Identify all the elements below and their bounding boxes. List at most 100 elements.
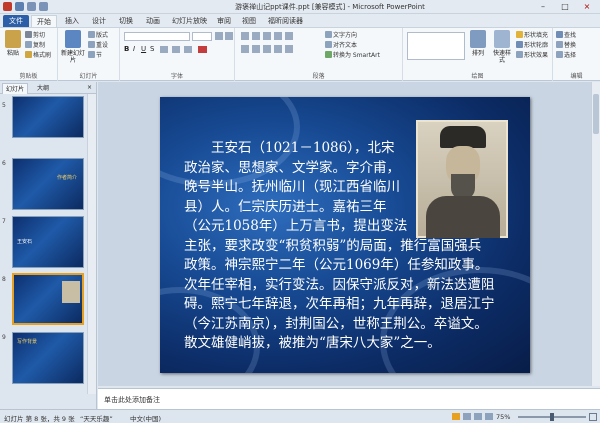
slide-sorter-icon[interactable] — [463, 413, 471, 420]
biography-text[interactable]: 王安石（1021－1086），北宋 政治家、思想家、文学家。字介甫， 晚号半山。… — [184, 139, 520, 354]
slide-thumbnail[interactable] — [12, 96, 84, 138]
tab-home[interactable]: 开始 — [31, 15, 57, 27]
tab-transitions[interactable]: 切换 — [117, 15, 135, 27]
replace-button[interactable]: 替换 — [556, 41, 576, 50]
font-name-select[interactable] — [124, 32, 190, 41]
find-button[interactable]: 查找 — [556, 31, 576, 40]
line-spacing-icon[interactable] — [285, 32, 293, 40]
text-line: 主张，要求改变“积贫积弱”的局面，推行富国强兵 — [184, 237, 482, 254]
tab-file[interactable]: 文件 — [3, 15, 29, 27]
quick-styles-button[interactable]: 快速样式 — [491, 30, 513, 64]
change-case-icon[interactable] — [184, 46, 192, 53]
text-direction-icon — [325, 31, 332, 38]
text-line: 次年任宰相，实行变法。因保守派反对，新法迭遭阻 — [184, 276, 495, 293]
quick-styles-icon — [494, 30, 510, 48]
layout-icon — [88, 31, 95, 38]
save-icon[interactable] — [15, 2, 24, 11]
paragraph-group: 文字方向 对齐文本 转换为 SmartArt 段落 — [235, 28, 403, 81]
cut-button[interactable]: 剪切 — [25, 31, 45, 40]
align-right-icon[interactable] — [263, 45, 271, 53]
decrease-indent-icon[interactable] — [263, 32, 271, 40]
redo-icon[interactable] — [39, 2, 48, 11]
copy-button[interactable]: 复制 — [25, 41, 45, 50]
reading-view-icon[interactable] — [474, 413, 482, 420]
align-left-icon[interactable] — [241, 45, 249, 53]
grow-font-icon[interactable] — [215, 32, 223, 40]
current-slide[interactable]: 王安石（1021－1086），北宋 政治家、思想家、文学家。字介甫， 晚号半山。… — [160, 97, 530, 373]
shape-outline-button[interactable]: 形状轮廓 — [516, 41, 548, 50]
arrange-button[interactable]: 排列 — [467, 30, 489, 57]
language-indicator[interactable]: 中文(中国) — [130, 413, 161, 423]
font-size-select[interactable] — [192, 32, 212, 41]
close-button[interactable]: × — [576, 0, 598, 13]
powerpoint-app-icon[interactable] — [3, 2, 12, 11]
numbering-icon[interactable] — [252, 32, 260, 40]
tab-slides-panel[interactable]: 幻灯片 — [2, 83, 29, 94]
shapes-gallery[interactable] — [407, 32, 465, 60]
reset-button[interactable]: 重设 — [88, 41, 108, 50]
tab-design[interactable]: 设计 — [90, 15, 108, 27]
slide-thumbnail-selected[interactable] — [12, 273, 84, 325]
clipboard-group-label: 剪贴板 — [19, 73, 38, 80]
text-direction-button[interactable]: 文字方向 — [325, 31, 357, 40]
fit-to-window-icon[interactable] — [589, 413, 597, 421]
editor-scrollbar[interactable] — [591, 82, 600, 386]
slide-thumbnail[interactable]: 王安石 — [12, 216, 84, 268]
justify-icon[interactable] — [274, 45, 282, 53]
align-text-button[interactable]: 对齐文本 — [325, 41, 357, 50]
spacing-icon[interactable] — [172, 46, 180, 53]
slideshow-icon[interactable] — [485, 413, 493, 420]
shadow-icon[interactable]: S — [150, 45, 154, 53]
tab-outline-panel[interactable]: 大纲 — [34, 83, 52, 94]
shape-effects-button[interactable]: 形状效果 — [516, 51, 548, 60]
format-painter-button[interactable]: 格式刷 — [25, 51, 51, 60]
tab-slideshow[interactable]: 幻灯片放映 — [170, 15, 209, 27]
tab-insert[interactable]: 插入 — [63, 15, 81, 27]
slide-thumbnail[interactable]: 作者简介 — [12, 158, 84, 210]
smartart-button[interactable]: 转换为 SmartArt — [325, 51, 380, 60]
columns-icon[interactable] — [285, 45, 293, 53]
font-group-label: 字体 — [170, 73, 183, 80]
increase-indent-icon[interactable] — [274, 32, 282, 40]
select-button[interactable]: 选择 — [556, 51, 576, 60]
minimize-button[interactable]: – — [532, 0, 554, 13]
panel-tabs: 幻灯片 大纲 × — [0, 82, 97, 94]
window-title: 游褒禅山记ppt课件.ppt [兼容模式] - Microsoft PowerP… — [235, 3, 425, 11]
effects-icon — [516, 51, 523, 58]
zoom-slider-thumb[interactable] — [550, 413, 554, 421]
font-color-icon[interactable] — [198, 46, 207, 53]
new-slide-icon — [65, 30, 81, 48]
close-panel-button[interactable]: × — [84, 82, 95, 93]
slides-panel: 幻灯片 大纲 × 5 6 作者简介 7 王安石 8 9 写作背景 — [0, 82, 97, 409]
notes-pane[interactable]: 单击此处添加备注 — [98, 388, 600, 409]
layout-button[interactable]: 版式 — [88, 31, 108, 40]
new-slide-button[interactable]: 新建幻灯片 — [61, 30, 85, 64]
zoom-level[interactable]: 75% — [496, 413, 510, 421]
text-line: 县）人。仁宗庆历进士。嘉祐三年 — [184, 198, 387, 215]
thumbnail-number: 9 — [2, 334, 6, 341]
tab-animations[interactable]: 动画 — [144, 15, 162, 27]
panel-scrollbar[interactable] — [87, 94, 96, 394]
align-center-icon[interactable] — [252, 45, 260, 53]
maximize-button[interactable]: □ — [554, 0, 576, 13]
thumbnail-text: 作者简介 — [57, 175, 78, 181]
tab-foxit-reader[interactable]: 福昕阅读器 — [266, 15, 305, 27]
outline-icon — [516, 41, 523, 48]
slide-thumbnail[interactable]: 写作背景 — [12, 332, 84, 384]
section-button[interactable]: 节 — [88, 51, 102, 60]
scrollbar-thumb[interactable] — [593, 94, 599, 134]
normal-view-icon[interactable] — [452, 413, 460, 420]
drawing-group-label: 绘图 — [471, 73, 484, 80]
tab-view[interactable]: 视图 — [240, 15, 258, 27]
shrink-font-icon[interactable] — [225, 32, 233, 40]
undo-icon[interactable] — [27, 2, 36, 11]
text-line: 政策。神宗熙宁二年（公元1069年）任参知政事。 — [184, 257, 489, 273]
tab-review[interactable]: 审阅 — [215, 15, 233, 27]
strikethrough-icon[interactable] — [160, 46, 168, 53]
shape-fill-button[interactable]: 形状填充 — [516, 31, 548, 40]
underline-icon[interactable]: U — [141, 45, 146, 53]
paste-button[interactable]: 粘贴 — [2, 30, 24, 57]
bullets-icon[interactable] — [241, 32, 249, 40]
bold-icon[interactable]: B — [124, 45, 129, 53]
italic-icon[interactable]: I — [133, 45, 135, 53]
